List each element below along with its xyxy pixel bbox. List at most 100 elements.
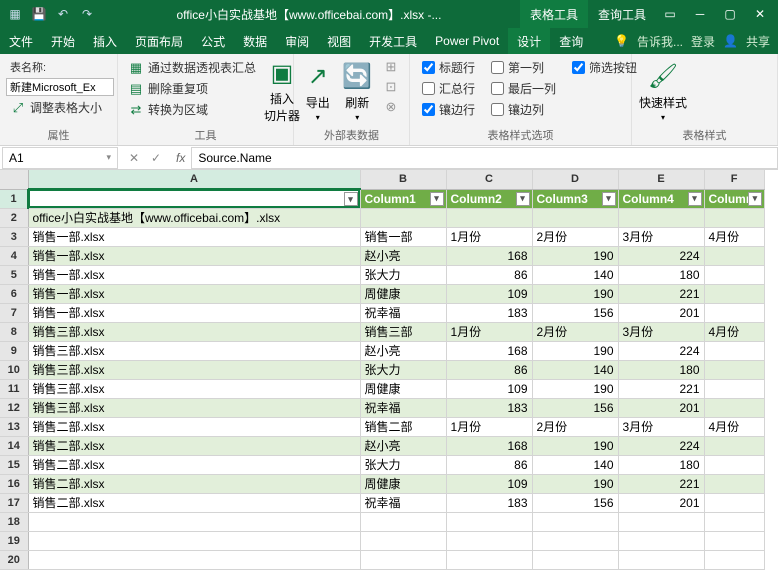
cell-F8[interactable]: 4月份 (704, 322, 764, 341)
cell-B3[interactable]: 销售一部 (360, 227, 446, 246)
convert-to-range-button[interactable]: ⇄转换为区域 (124, 100, 260, 119)
row-header-11[interactable]: 11 (0, 379, 28, 398)
row-header-6[interactable]: 6 (0, 284, 28, 303)
tell-me-label[interactable]: 告诉我... (637, 33, 683, 50)
cell-E3[interactable]: 3月份 (618, 227, 704, 246)
export-button[interactable]: ↗导出▾ (300, 58, 336, 124)
cell-E7[interactable]: 201 (618, 303, 704, 322)
cell-E4[interactable]: 224 (618, 246, 704, 265)
ext-opt-3[interactable]: ⊗ (379, 98, 403, 116)
cell-C10[interactable]: 86 (446, 360, 532, 379)
banded-cols-checkbox[interactable]: 镶边列 (485, 100, 562, 119)
cell-A3[interactable]: 销售一部.xlsx (28, 227, 360, 246)
cell-F13[interactable]: 4月份 (704, 417, 764, 436)
cell-D18[interactable] (532, 512, 618, 531)
cell-A19[interactable] (28, 531, 360, 550)
cell-B1[interactable]: Column1▾ (360, 189, 446, 208)
col-header-E[interactable]: E (618, 170, 704, 189)
cell-D8[interactable]: 2月份 (532, 322, 618, 341)
cell-F1[interactable]: Column5▾ (704, 189, 764, 208)
cell-F18[interactable] (704, 512, 764, 531)
minimize-icon[interactable]: ─ (686, 3, 714, 25)
ribbon-options-icon[interactable]: ▭ (656, 3, 684, 25)
cell-A2[interactable]: office小白实战基地【www.officebai.com】.xlsx (28, 208, 360, 227)
cell-A16[interactable]: 销售二部.xlsx (28, 474, 360, 493)
row-header-17[interactable]: 17 (0, 493, 28, 512)
cell-D15[interactable]: 140 (532, 455, 618, 474)
cell-D1[interactable]: Column3▾ (532, 189, 618, 208)
cell-A11[interactable]: 销售三部.xlsx (28, 379, 360, 398)
tab-power-pivot[interactable]: Power Pivot (426, 28, 508, 54)
cell-A13[interactable]: 销售二部.xlsx (28, 417, 360, 436)
cell-F15[interactable] (704, 455, 764, 474)
cell-F3[interactable]: 4月份 (704, 227, 764, 246)
cell-B6[interactable]: 周健康 (360, 284, 446, 303)
refresh-button[interactable]: 🔄刷新▾ (340, 58, 376, 124)
filter-icon[interactable]: ▾ (516, 192, 530, 206)
tab-data[interactable]: 数据 (234, 28, 276, 54)
save-icon[interactable]: 💾 (28, 3, 50, 25)
cell-E11[interactable]: 221 (618, 379, 704, 398)
cell-A6[interactable]: 销售一部.xlsx (28, 284, 360, 303)
ext-opt-2[interactable]: ⊡ (379, 78, 403, 96)
cell-F7[interactable] (704, 303, 764, 322)
cell-F11[interactable] (704, 379, 764, 398)
cell-D12[interactable]: 156 (532, 398, 618, 417)
banded-rows-checkbox[interactable]: 镶边行 (416, 100, 481, 119)
cell-E1[interactable]: Column4▾ (618, 189, 704, 208)
cell-D2[interactable] (532, 208, 618, 227)
cell-D11[interactable]: 190 (532, 379, 618, 398)
ext-opt-1[interactable]: ⊞ (379, 58, 403, 76)
cell-B8[interactable]: 销售三部 (360, 322, 446, 341)
cell-A5[interactable]: 销售一部.xlsx (28, 265, 360, 284)
cell-C1[interactable]: Column2▾ (446, 189, 532, 208)
cell-D10[interactable]: 140 (532, 360, 618, 379)
cell-E12[interactable]: 201 (618, 398, 704, 417)
cell-C5[interactable]: 86 (446, 265, 532, 284)
cell-C2[interactable] (446, 208, 532, 227)
cell-F17[interactable] (704, 493, 764, 512)
row-header-12[interactable]: 12 (0, 398, 28, 417)
cell-A15[interactable]: 销售二部.xlsx (28, 455, 360, 474)
col-header-D[interactable]: D (532, 170, 618, 189)
quick-styles-button[interactable]: 🖌快速样式▾ (638, 58, 688, 124)
cell-F14[interactable] (704, 436, 764, 455)
cell-A4[interactable]: 销售一部.xlsx (28, 246, 360, 265)
cell-C7[interactable]: 183 (446, 303, 532, 322)
cell-D6[interactable]: 190 (532, 284, 618, 303)
table-name-input[interactable] (6, 78, 114, 96)
filter-icon[interactable]: ▾ (602, 192, 616, 206)
cell-E19[interactable] (618, 531, 704, 550)
filter-icon[interactable]: ▾ (688, 192, 702, 206)
cell-D3[interactable]: 2月份 (532, 227, 618, 246)
tab-query[interactable]: 查询 (550, 28, 592, 54)
row-header-3[interactable]: 3 (0, 227, 28, 246)
cell-F4[interactable] (704, 246, 764, 265)
filter-icon[interactable]: ▾ (430, 192, 444, 206)
filter-icon[interactable]: ▾ (344, 192, 358, 206)
worksheet-grid[interactable]: ABCDEF1Source.Name▾Column1▾Column2▾Colum… (0, 170, 778, 587)
formula-input[interactable]: Source.Name (191, 147, 778, 169)
row-header-1[interactable]: 1 (0, 189, 28, 208)
cell-C6[interactable]: 109 (446, 284, 532, 303)
cell-E15[interactable]: 180 (618, 455, 704, 474)
cell-F19[interactable] (704, 531, 764, 550)
cell-B7[interactable]: 祝幸福 (360, 303, 446, 322)
cell-A1[interactable]: Source.Name▾ (28, 189, 360, 208)
cell-F12[interactable] (704, 398, 764, 417)
col-header-A[interactable]: A (28, 170, 360, 189)
cell-E13[interactable]: 3月份 (618, 417, 704, 436)
cell-E10[interactable]: 180 (618, 360, 704, 379)
maximize-icon[interactable]: ▢ (716, 3, 744, 25)
cell-C15[interactable]: 86 (446, 455, 532, 474)
col-header-B[interactable]: B (360, 170, 446, 189)
cell-E8[interactable]: 3月份 (618, 322, 704, 341)
cell-E17[interactable]: 201 (618, 493, 704, 512)
cell-B15[interactable]: 张大力 (360, 455, 446, 474)
cell-B14[interactable]: 赵小亮 (360, 436, 446, 455)
undo-icon[interactable]: ↶ (52, 3, 74, 25)
cell-D19[interactable] (532, 531, 618, 550)
tab-home[interactable]: 开始 (42, 28, 84, 54)
cell-F16[interactable] (704, 474, 764, 493)
fx-icon[interactable]: fx (170, 151, 191, 165)
